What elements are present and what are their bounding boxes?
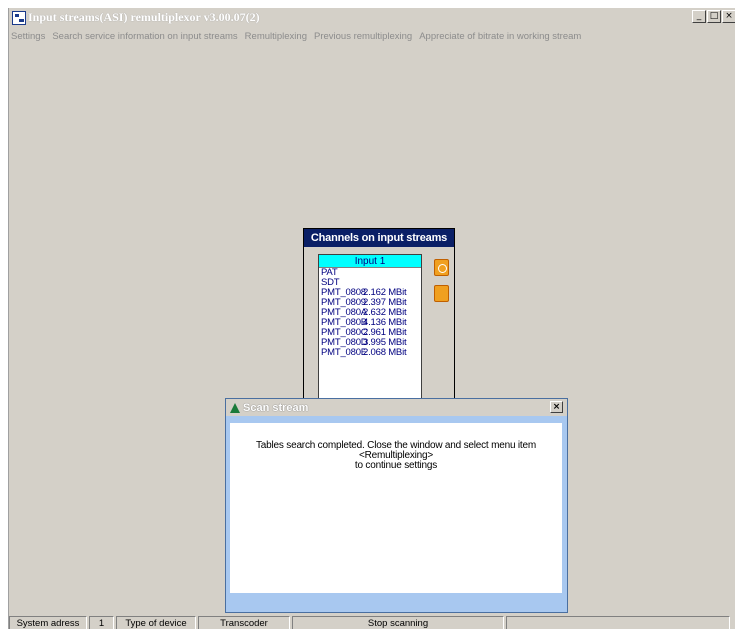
title-bar[interactable]: Input streams(ASI) remultiplexor v3.00.0… — [9, 8, 735, 27]
channels-panel: Channels on input streams Input 1 PAT SDT… — [303, 228, 455, 409]
status-bar: System adress 1 Type of device Transcode… — [9, 616, 735, 629]
channel-name: PMT_080E — [321, 347, 367, 358]
minimize-button[interactable]: _ — [692, 10, 706, 23]
menu-previous-remultiplexing[interactable]: Previous remultiplexing — [314, 31, 412, 42]
dialog-body: Tables search completed. Close the windo… — [230, 423, 562, 593]
menu-search-service-info[interactable]: Search service information on input stre… — [52, 31, 237, 42]
status-device-type-value: Transcoder — [198, 616, 290, 629]
dialog-message-line: to continue settings — [354, 460, 438, 471]
channel-list-item[interactable]: PMT_080E2.068 MBit — [319, 348, 421, 358]
close-button[interactable]: × — [722, 10, 735, 23]
menu-appreciate-bitrate[interactable]: Appreciate of bitrate in working stream — [419, 31, 581, 42]
maximize-button[interactable]: □ — [707, 10, 721, 23]
status-system-address-value: 1 — [89, 616, 114, 629]
channels-list[interactable]: Input 1 PAT SDT PMT_08082.162 MBit PMT_0809… — [318, 254, 422, 409]
dialog-title-bar[interactable]: Scan stream × — [226, 399, 567, 416]
channel-rows: PAT SDT PMT_08082.162 MBit PMT_08092.397 MB… — [319, 268, 421, 358]
dialog-close-button[interactable]: × — [550, 401, 563, 413]
channels-panel-title: Channels on input streams — [304, 229, 454, 247]
dialog-warning-icon — [230, 402, 240, 413]
status-system-address-label: System adress — [9, 616, 87, 629]
menu-remultiplexing[interactable]: Remultiplexing — [245, 31, 307, 42]
app-window: Input streams(ASI) remultiplexor v3.00.0… — [8, 8, 735, 629]
dialog-title: Scan stream — [243, 401, 309, 414]
channel-bitrate: 2.068 MBit — [363, 347, 407, 358]
menu-bar: Settings Search service information on i… — [9, 28, 735, 44]
window-controls: _ □ × — [691, 10, 735, 23]
stop-icon-button[interactable] — [434, 285, 449, 302]
status-empty-cell — [506, 616, 730, 629]
scan-icon-button[interactable] — [434, 259, 449, 276]
stop-scanning-button[interactable]: Stop scanning — [292, 616, 504, 629]
app-title: Input streams(ASI) remultiplexor v3.00.0… — [28, 10, 260, 24]
scan-stream-dialog: Scan stream × Tables search completed. C… — [225, 398, 568, 613]
menu-settings[interactable]: Settings — [11, 31, 45, 42]
app-icon — [12, 10, 26, 25]
status-device-type-label: Type of device — [116, 616, 196, 629]
